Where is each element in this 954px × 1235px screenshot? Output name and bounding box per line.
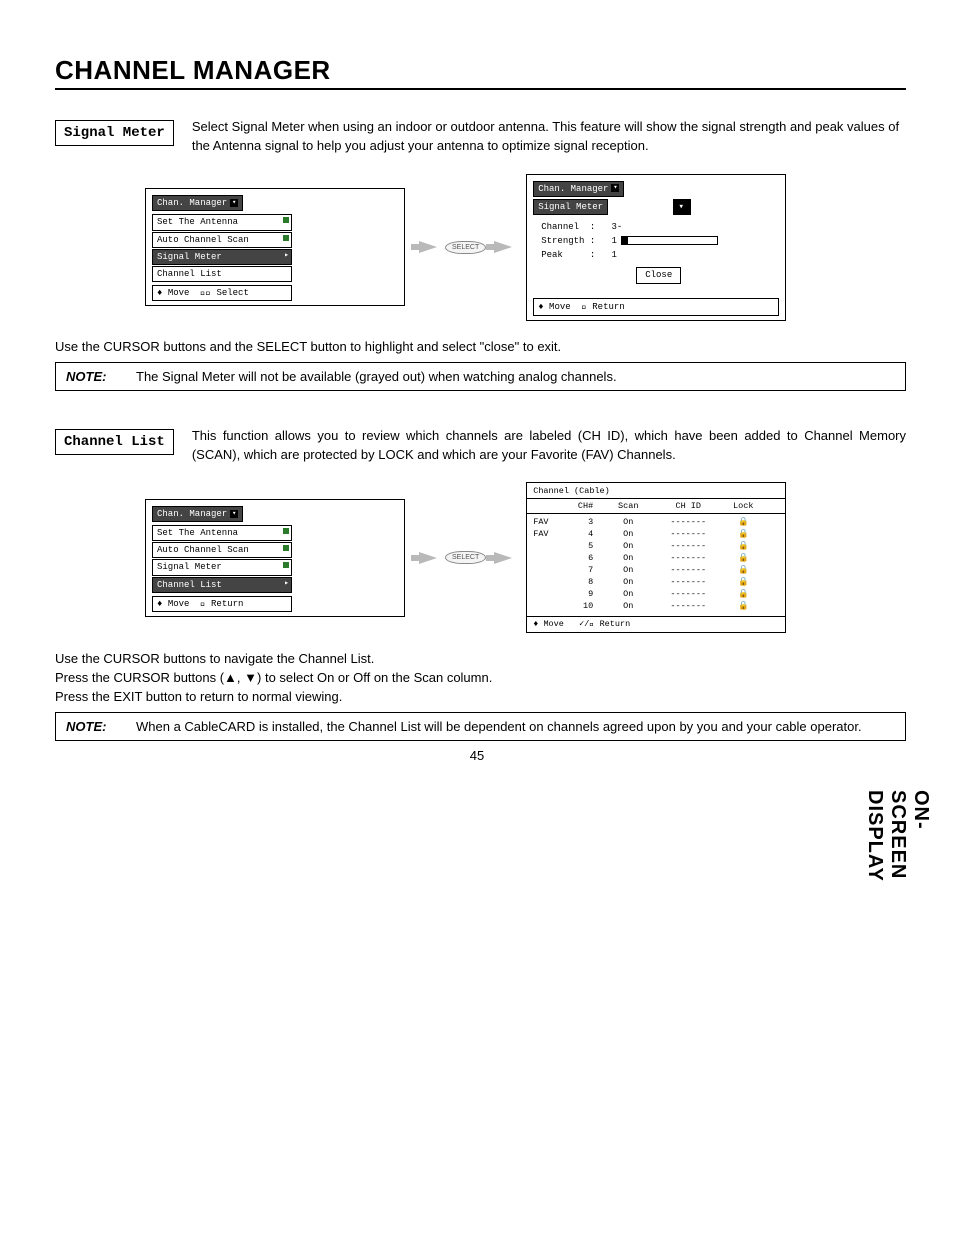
- signal-meter-figures: Chan. Manager▾ Set The Antenna Auto Chan…: [145, 174, 906, 321]
- osd-title: Chan. Manager▾: [152, 506, 243, 522]
- osd-channel-list-table: Channel (Cable) CH# Scan CH ID Lock FAV3…: [526, 482, 786, 633]
- title-rule: [55, 88, 906, 90]
- note-text: When a CableCARD is installed, the Chann…: [136, 719, 895, 734]
- menu-item-set-antenna[interactable]: Set The Antenna: [152, 214, 292, 230]
- osd-signal-meter-panel: Chan. Manager▾ Signal Meter ▾ Channel : …: [526, 174, 786, 321]
- osd-menu-chan-manager-2: Chan. Manager▾ Set The Antenna Auto Chan…: [145, 499, 405, 617]
- osd-menu-chan-manager: Chan. Manager▾ Set The Antenna Auto Chan…: [145, 188, 405, 306]
- select-button[interactable]: SELECT: [445, 551, 486, 564]
- dropdown-icon: ▾: [230, 199, 238, 207]
- table-title: Channel (Cable): [527, 483, 785, 499]
- menu-item-channel-list[interactable]: Channel List▸: [152, 577, 292, 593]
- close-button[interactable]: Close: [636, 267, 681, 283]
- value-peak: 1: [611, 250, 616, 260]
- menu-item-set-antenna[interactable]: Set The Antenna: [152, 525, 292, 541]
- osd-footer: ♦ Move ⃝ Return: [533, 298, 779, 316]
- osd-subtitle: Signal Meter: [533, 199, 608, 215]
- note-box-channel-list: NOTE: When a CableCARD is installed, the…: [55, 712, 906, 741]
- label-channel: Channel: [541, 222, 579, 232]
- menu-item-auto-scan[interactable]: Auto Channel Scan: [152, 542, 292, 558]
- table-row[interactable]: FAV3On-------🔒: [533, 517, 779, 529]
- side-section-label: ON-SCREEN DISPLAY: [863, 790, 932, 882]
- table-row[interactable]: 8On-------🔒: [533, 577, 779, 589]
- arrow-right-icon: [494, 552, 512, 564]
- arrow-right-icon: [419, 241, 437, 253]
- table-header: CH# Scan CH ID Lock: [527, 499, 785, 514]
- signal-meter-label: Signal Meter: [55, 120, 174, 146]
- osd-title: Chan. Manager▾: [152, 195, 243, 211]
- strength-bar: [621, 236, 718, 245]
- table-row[interactable]: 5On-------🔒: [533, 541, 779, 553]
- table-footer: ♦ Move ✓/⃝ Return: [527, 617, 785, 632]
- note-text: The Signal Meter will not be available (…: [136, 369, 895, 384]
- flow-arrows: SELECT: [419, 551, 512, 564]
- arrow-right-icon: [494, 241, 512, 253]
- dropdown-icon: ▾: [673, 199, 691, 215]
- label-strength: Strength: [541, 236, 584, 246]
- note-label: NOTE:: [66, 369, 136, 384]
- channel-list-description: This function allows you to review which…: [192, 427, 906, 465]
- dropdown-icon: ▾: [611, 184, 619, 192]
- table-row[interactable]: 10On-------🔒: [533, 601, 779, 613]
- flow-arrows: SELECT: [419, 241, 512, 254]
- select-button[interactable]: SELECT: [445, 241, 486, 254]
- value-channel: 3-: [611, 222, 622, 232]
- table-row[interactable]: 6On-------🔒: [533, 553, 779, 565]
- menu-item-signal-meter[interactable]: Signal Meter▸: [152, 249, 292, 265]
- signal-meter-description: Select Signal Meter when using an indoor…: [192, 118, 906, 156]
- page-title: CHANNEL MANAGER: [55, 55, 906, 86]
- osd-hint: ♦ Move �⃝ Select: [152, 285, 292, 301]
- label-peak: Peak: [541, 250, 563, 260]
- value-strength: 1: [611, 236, 616, 246]
- table-row[interactable]: FAV4On-------🔒: [533, 529, 779, 541]
- channel-list-label: Channel List: [55, 429, 174, 455]
- osd-title: Chan. Manager▾: [533, 181, 624, 197]
- menu-item-signal-meter[interactable]: Signal Meter: [152, 559, 292, 575]
- osd-hint: ♦ Move ⃝ Return: [152, 596, 292, 612]
- table-row[interactable]: 7On-------🔒: [533, 565, 779, 577]
- channel-list-figures: Chan. Manager▾ Set The Antenna Auto Chan…: [145, 482, 906, 633]
- channel-list-instruction-3: Press the EXIT button to return to norma…: [55, 689, 906, 704]
- note-box-signal-meter: NOTE: The Signal Meter will not be avail…: [55, 362, 906, 391]
- dropdown-icon: ▾: [230, 510, 238, 518]
- menu-item-auto-scan[interactable]: Auto Channel Scan: [152, 232, 292, 248]
- menu-item-channel-list[interactable]: Channel List: [152, 266, 292, 282]
- arrow-right-icon: [419, 552, 437, 564]
- note-label: NOTE:: [66, 719, 136, 734]
- channel-list-instruction-1: Use the CURSOR buttons to navigate the C…: [55, 651, 906, 666]
- table-row[interactable]: 9On-------🔒: [533, 589, 779, 601]
- channel-list-instruction-2: Press the CURSOR buttons (▲, ▼) to selec…: [55, 670, 906, 685]
- page-number: 45: [0, 748, 954, 763]
- signal-meter-instruction: Use the CURSOR buttons and the SELECT bu…: [55, 339, 906, 354]
